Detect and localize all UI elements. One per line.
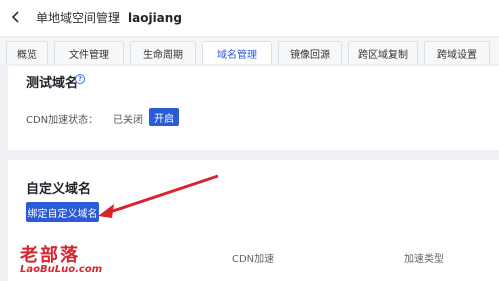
chevron-left-icon[interactable] — [8, 9, 24, 25]
column-header-cdn: CDN加速 — [232, 254, 275, 265]
custom-domain-title: 自定义域名 — [26, 182, 92, 197]
tab-lifecycle[interactable]: 生命周期 — [130, 41, 196, 64]
question-circle-icon[interactable]: ? — [75, 74, 85, 84]
tab-overview[interactable]: 概览 — [6, 41, 48, 64]
tab-file-management[interactable]: 文件管理 — [54, 41, 124, 64]
test-domain-title: 测试域名 — [26, 76, 79, 91]
page-header: 单地域空间管理 / laojiang — [0, 0, 499, 36]
breadcrumb-parent[interactable]: 单地域空间管理 — [36, 10, 120, 26]
tab-cross-region-replication[interactable]: 跨区域复制 — [348, 41, 418, 64]
tab-cors-settings[interactable]: 跨域设置 — [424, 41, 490, 64]
column-header-acceleration-type: 加速类型 — [404, 254, 444, 265]
cdn-status-label: CDN加速状态： — [26, 115, 99, 126]
tab-domain-management[interactable]: 域名管理 — [202, 41, 272, 64]
breadcrumb-current: laojiang — [128, 11, 182, 25]
breadcrumb-separator: / — [115, 11, 120, 25]
tab-bar: 概览 文件管理 生命周期 域名管理 镜像回源 跨区域复制 跨域设置 — [0, 38, 499, 64]
bind-custom-domain-button[interactable]: 绑定自定义域名 — [26, 202, 99, 222]
cdn-status-value: 已关闭 — [113, 115, 143, 126]
enable-cdn-button[interactable]: 开启 — [149, 108, 179, 126]
tab-mirror-origin[interactable]: 镜像回源 — [278, 41, 342, 64]
watermark-site-text: LaoBuLuo.com — [20, 264, 103, 275]
